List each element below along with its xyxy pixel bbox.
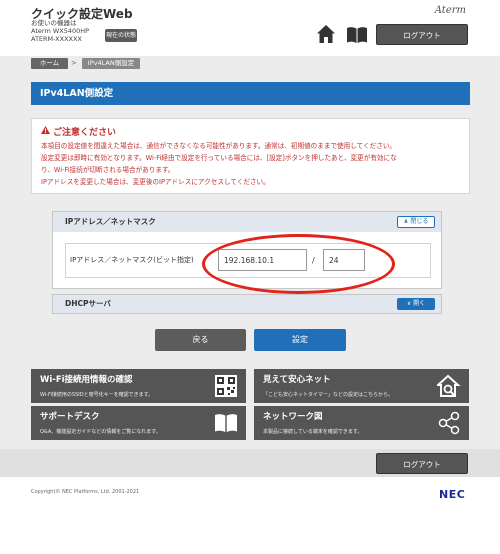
status-button[interactable]: 現在の状態 <box>105 29 137 42</box>
house-search-icon <box>437 374 461 397</box>
ip-address-input[interactable] <box>218 249 307 271</box>
dhcp-server-panel: DHCPサーバ ∨ 開く <box>52 294 442 314</box>
chevron-up-icon: ∧ <box>403 218 409 225</box>
book-icon <box>215 414 237 432</box>
header: クイック設定Web お使いの機器は Aterm WX5400HP ATERM-X… <box>0 0 500 56</box>
expand-button[interactable]: ∨ 開く <box>397 298 435 310</box>
page-title: IPv4LAN側設定 <box>40 88 114 99</box>
tile-wifi-info[interactable]: Wi-Fi接続用情報の確認 Wi-Fi接続用のSSIDと暗号化キーを確認できます… <box>31 369 246 403</box>
home-icon[interactable] <box>316 24 336 44</box>
caution-line: 設定変更は即時に有効となります。Wi-Fi経由で設定を行っている場合には、[設定… <box>41 154 397 162</box>
breadcrumb-separator: > <box>71 59 77 67</box>
device-model: Aterm WX5400HP <box>31 27 90 35</box>
logout-button[interactable]: ログアウト <box>376 24 468 45</box>
footer: Copyright© NEC Platforms, Ltd. 2001-2021… <box>0 477 500 554</box>
tile-title: Wi-Fi接続用情報の確認 <box>40 375 133 385</box>
device-info: お使いの機器は Aterm WX5400HP ATERM-XXXXXX <box>31 19 89 43</box>
set-button[interactable]: 設定 <box>254 329 346 351</box>
tile-description: 本製品に接続している端末を確認できます。 <box>263 429 363 435</box>
device-caption: お使いの機器は <box>31 19 77 27</box>
caution-text: 本項目の設定値を間違えた場合は、通信ができなくなる可能性があります。通常は、初期… <box>41 140 463 188</box>
tile-network-map[interactable]: ネットワーク図 本製品に接続している端末を確認できます。 <box>254 406 469 440</box>
breadcrumb-current: IPv4LAN側設定 <box>82 58 140 69</box>
tile-title: ネットワーク図 <box>263 412 323 422</box>
dhcp-panel-title: DHCPサーバ <box>65 299 111 308</box>
ip-address-panel: IPアドレス／ネットマスク ∧ 閉じる IPアドレス／ネットマスク(ビット指定) … <box>52 211 442 289</box>
logout-button-bottom[interactable]: ログアウト <box>376 453 468 474</box>
netmask-bits-input[interactable] <box>323 249 365 271</box>
tile-description: Q&A、機能設定ガイドなどの情報をご覧になれます。 <box>40 429 161 435</box>
nec-logo: NEC <box>439 488 466 501</box>
slash-separator: / <box>312 256 315 265</box>
breadcrumb-home[interactable]: ホーム <box>31 58 68 69</box>
tile-mieru-anshin-net[interactable]: 見えて安心ネット 「こども安心ネットタイマー」などの設定はこちらから。 <box>254 369 469 403</box>
ip-panel-header: IPアドレス／ネットマスク ∧ 閉じる <box>53 212 441 232</box>
share-network-icon <box>438 411 460 435</box>
tile-support-desk[interactable]: サポートデスク Q&A、機能設定ガイドなどの情報をご覧になれます。 <box>31 406 246 440</box>
tile-title: サポートデスク <box>40 412 100 422</box>
tile-description: 「こども安心ネットタイマー」などの設定はこちらから。 <box>263 392 394 398</box>
tile-title: 見えて安心ネット <box>263 375 331 385</box>
caution-line: り、Wi-Fi接続が切断される場合があります。 <box>41 166 175 174</box>
tile-description: Wi-Fi接続用のSSIDと暗号化キーを確認できます。 <box>40 392 154 398</box>
page-title-bar: IPv4LAN側設定 <box>31 82 470 105</box>
back-button[interactable]: 戻る <box>155 329 246 351</box>
manual-book-icon[interactable] <box>346 26 368 44</box>
ip-address-label: IPアドレス／ネットマスク(ビット指定) <box>70 256 194 264</box>
aterm-logo: Aterm <box>434 5 466 16</box>
ip-address-row: IPアドレス／ネットマスク(ビット指定) / <box>65 243 431 278</box>
qr-code-icon <box>215 375 237 397</box>
collapse-button[interactable]: ∧ 閉じる <box>397 216 435 228</box>
copyright-text: Copyright© NEC Platforms, Ltd. 2001-2021 <box>31 489 140 495</box>
device-name: ATERM-XXXXXX <box>31 35 82 43</box>
ip-panel-title: IPアドレス／ネットマスク <box>65 217 156 226</box>
caution-line: IPアドレスを変更した場合は、変更後のIPアドレスにアクセスしてください。 <box>41 178 270 186</box>
caution-heading: ご注意ください <box>53 128 117 138</box>
caution-line: 本項目の設定値を間違えた場合は、通信ができなくなる可能性があります。通常は、初期… <box>41 142 397 150</box>
caution-box: ご注意ください 本項目の設定値を間違えた場合は、通信ができなくなる可能性がありま… <box>31 118 470 194</box>
